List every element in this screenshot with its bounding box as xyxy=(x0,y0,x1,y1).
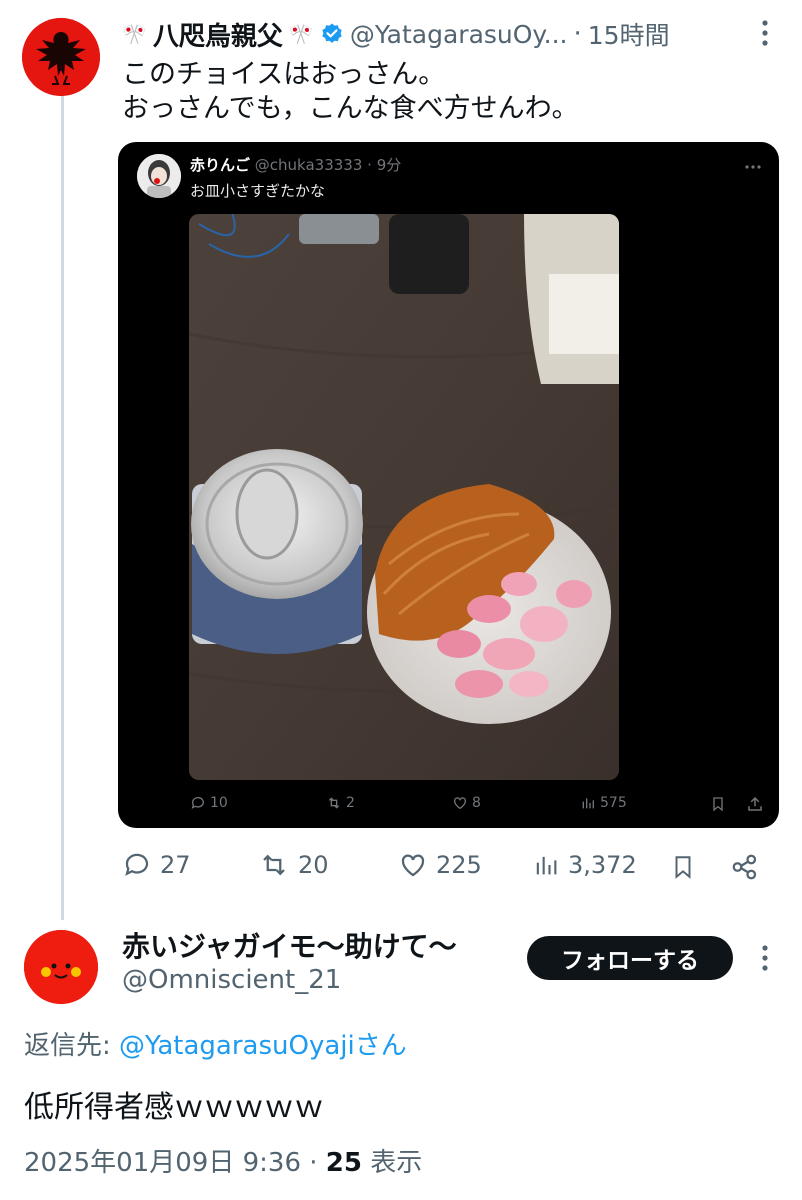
tweet-header: 🎌 八咫烏親父 🎌 @YatagarasuOy... · 15時間 xyxy=(122,16,772,52)
quote-actions: 10 2 8 575 xyxy=(118,795,779,819)
views-chart-icon xyxy=(582,798,594,809)
quote-retweet-action[interactable]: 2 xyxy=(326,795,355,811)
reply-views-label: 表示 xyxy=(361,1148,423,1178)
reply-metadata: 2025年01月09日 9:36 · 25 表示 xyxy=(24,1142,422,1179)
replying-to-label: 返信先: xyxy=(24,1031,120,1061)
food-photo[interactable] xyxy=(189,214,619,780)
quote-author-name[interactable]: 赤りんご xyxy=(190,156,250,174)
tweet-text-line: おっさんでも，こんな食べ方せんわ。 xyxy=(122,93,579,124)
reply-count: 27 xyxy=(160,851,191,879)
smiley-avatar-icon xyxy=(24,930,98,1004)
quote-author-handle[interactable]: @chuka33333 xyxy=(255,156,363,174)
tweet-text-line: このチョイスはおっさん。 xyxy=(122,59,446,90)
quote-views-action[interactable]: 575 xyxy=(580,795,627,811)
more-options-icon[interactable] xyxy=(758,943,772,973)
reply-action[interactable]: 27 xyxy=(122,850,191,880)
quote-text: お皿小さすぎたかな xyxy=(190,182,326,200)
more-options-icon[interactable] xyxy=(758,18,772,48)
tweet-text: このチョイスはおっさん。 おっさんでも，こんな食べ方せんわ。 xyxy=(122,58,762,126)
like-count: 225 xyxy=(436,851,482,879)
author-avatar[interactable] xyxy=(22,18,100,96)
food-photo-image xyxy=(189,214,619,780)
quote-like-action[interactable]: 8 xyxy=(452,795,481,811)
views-action[interactable]: 3,372 xyxy=(532,850,637,880)
separator: · xyxy=(367,156,372,174)
views-chart-icon xyxy=(536,856,557,875)
reply-author-handle[interactable]: @Omniscient_21 xyxy=(122,965,341,995)
reply-views-count: 25 xyxy=(325,1148,362,1178)
quote-author-avatar[interactable] xyxy=(137,154,181,198)
reply-icon xyxy=(125,853,149,876)
bookmark-icon[interactable] xyxy=(670,852,696,882)
reply-author-avatar[interactable] xyxy=(24,930,98,1004)
quote-reply-count: 10 xyxy=(210,795,228,811)
share-icon[interactable] xyxy=(730,852,760,882)
quote-more-options-icon[interactable] xyxy=(744,164,762,170)
replying-to: 返信先: @YatagarasuOyajiさん xyxy=(24,1025,407,1062)
reply-target-link[interactable]: @YatagarasuOyajiさん xyxy=(119,1031,407,1061)
quote-bookmark-icon[interactable] xyxy=(710,795,726,813)
heart-icon xyxy=(454,797,466,810)
author-handle[interactable]: @YatagarasuOy... xyxy=(350,20,568,49)
like-action[interactable]: 225 xyxy=(398,850,482,880)
reply-author-name[interactable]: 赤いジャガイモ〜助けて〜 xyxy=(122,925,457,965)
crow-emblem-icon xyxy=(22,18,100,96)
views-count: 3,372 xyxy=(568,851,637,879)
quote-share-icon[interactable] xyxy=(746,795,764,813)
thread-line xyxy=(61,95,64,920)
quote-author-line: 赤りんご @chuka33333 · 9分 xyxy=(190,154,401,175)
flag-icon: 🎌 xyxy=(288,22,314,46)
retweet-action[interactable]: 20 xyxy=(258,850,329,880)
reply-timestamp[interactable]: 2025年01月09日 9:36 · xyxy=(24,1148,326,1178)
tweet-time[interactable]: 15時間 xyxy=(588,16,670,52)
reply-icon xyxy=(191,797,204,809)
person-avatar-icon xyxy=(137,154,181,198)
quote-retweet-count: 2 xyxy=(346,795,355,811)
verified-badge-icon xyxy=(322,23,342,43)
separator: · xyxy=(573,19,582,49)
retweet-icon xyxy=(263,854,285,876)
heart-icon xyxy=(401,854,425,877)
quote-time[interactable]: 9分 xyxy=(377,156,402,174)
retweet-icon xyxy=(328,797,340,809)
retweet-count: 20 xyxy=(298,851,329,879)
quote-like-count: 8 xyxy=(472,795,481,811)
reply-text: 低所得者感ｗｗｗｗｗ xyxy=(24,1090,324,1125)
quote-reply-action[interactable]: 10 xyxy=(190,795,228,811)
author-name[interactable]: 八咫烏親父 xyxy=(153,16,283,53)
flag-icon: 🎌 xyxy=(122,22,147,46)
quote-views-count: 575 xyxy=(600,795,627,811)
follow-button[interactable]: フォローする xyxy=(527,936,733,980)
